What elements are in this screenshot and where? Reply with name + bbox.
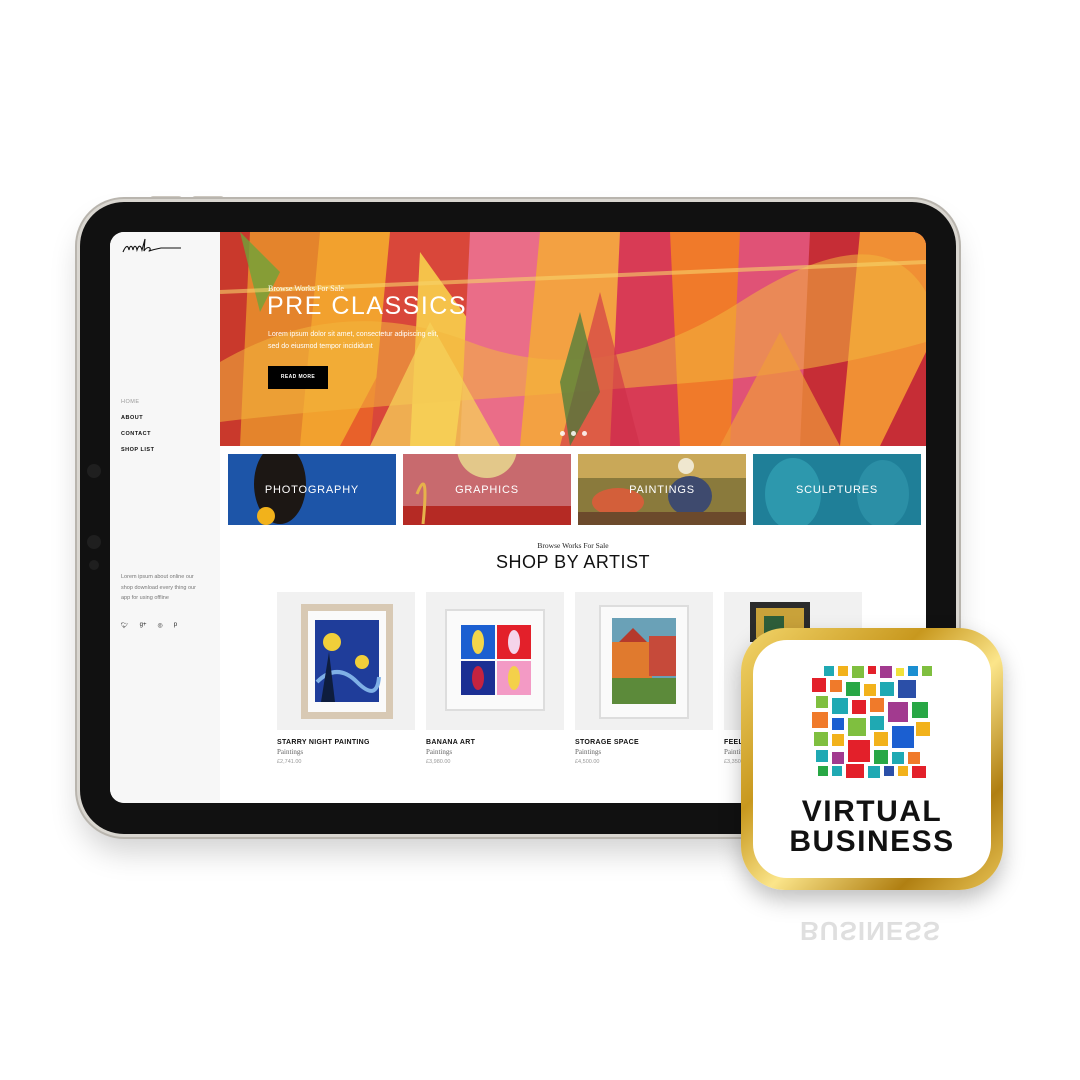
nav-home[interactable]: HOME xyxy=(121,394,154,410)
hero-description: Lorem ipsum dolor sit amet, consectetur … xyxy=(268,331,439,350)
product-price: £2,741.00 xyxy=(277,759,302,765)
product-image[interactable] xyxy=(277,592,415,730)
nav-contact[interactable]: CONTACT xyxy=(121,426,154,442)
nav-shop-list[interactable]: SHOP LIST xyxy=(121,442,154,458)
hero-title: PRE CLASSICS xyxy=(267,292,468,320)
logo[interactable] xyxy=(121,236,181,258)
category-photography[interactable]: PHOTOGRAPHY xyxy=(228,454,396,525)
category-label: SCULPTURES xyxy=(796,483,878,496)
sidebar: HOME ABOUT CONTACT SHOP LIST Lorem ipsum… xyxy=(110,232,220,803)
product-category: Paintings xyxy=(277,748,304,756)
hero-banner: Browse Works For Sale PRE CLASSICS Lorem… xyxy=(220,232,926,446)
product-name[interactable]: STARRY NIGHT PAINTING xyxy=(277,739,415,746)
category-sculptures[interactable]: SCULPTURES xyxy=(753,454,921,525)
product-card[interactable]: STARRY NIGHT PAINTING Paintings £2,741.0… xyxy=(277,592,415,765)
product-name[interactable]: BANANA ART xyxy=(426,739,564,746)
badge-mosaic-logo xyxy=(812,666,932,778)
category-label: GRAPHICS xyxy=(455,483,519,496)
camera-icon xyxy=(87,464,101,478)
slider-dot[interactable] xyxy=(560,431,565,436)
product-image[interactable] xyxy=(575,592,713,730)
nav-about[interactable]: ABOUT xyxy=(121,410,154,426)
slider-dot[interactable] xyxy=(582,431,587,436)
sidebar-nav: HOME ABOUT CONTACT SHOP LIST xyxy=(121,394,154,458)
badge-title-line2: BUSINESS xyxy=(789,825,955,858)
slider-dot[interactable] xyxy=(571,431,576,436)
camera-icon xyxy=(89,560,99,570)
slider-dots xyxy=(560,431,587,436)
dribbble-icon[interactable]: ◎ xyxy=(157,622,162,629)
product-price: £4,500.00 xyxy=(575,759,600,765)
sidebar-about-text: Lorem ipsum about online our shop downlo… xyxy=(121,574,196,601)
camera-icon xyxy=(87,535,101,549)
product-category: Paintings xyxy=(426,748,453,756)
category-graphics[interactable]: GRAPHICS xyxy=(403,454,571,525)
category-label: PHOTOGRAPHY xyxy=(264,483,360,496)
social-links: 🐦︎ g+ ◎ p xyxy=(121,622,177,629)
product-image[interactable] xyxy=(426,592,564,730)
category-label: PAINTINGS xyxy=(629,483,695,496)
shop-kicker: Browse Works For Sale xyxy=(537,541,609,550)
shop-title: SHOP BY ARTIST xyxy=(495,552,651,572)
read-more-button[interactable]: READ MORE xyxy=(268,366,328,389)
twitter-icon[interactable]: 🐦︎ xyxy=(121,622,129,629)
product-card[interactable]: STORAGE SPACE Paintings £4,500.00 xyxy=(575,592,713,765)
badge-reflection: BUSINESS xyxy=(800,916,941,946)
product-name[interactable]: STORAGE SPACE xyxy=(575,739,713,746)
badge-face: VIRTUAL BUSINESS xyxy=(753,640,991,878)
product-price: £3,980.00 xyxy=(426,759,451,765)
google-plus-icon[interactable]: g+ xyxy=(140,622,147,629)
product-card[interactable]: BANANA ART Paintings £3,980.00 xyxy=(426,592,564,765)
pinterest-icon[interactable]: p xyxy=(174,622,177,629)
category-paintings[interactable]: PAINTINGS xyxy=(578,454,746,525)
product-category: Paintings xyxy=(575,748,602,756)
virtual-business-badge: VIRTUAL BUSINESS xyxy=(741,628,1003,890)
badge-title-line1: VIRTUAL xyxy=(801,795,943,828)
